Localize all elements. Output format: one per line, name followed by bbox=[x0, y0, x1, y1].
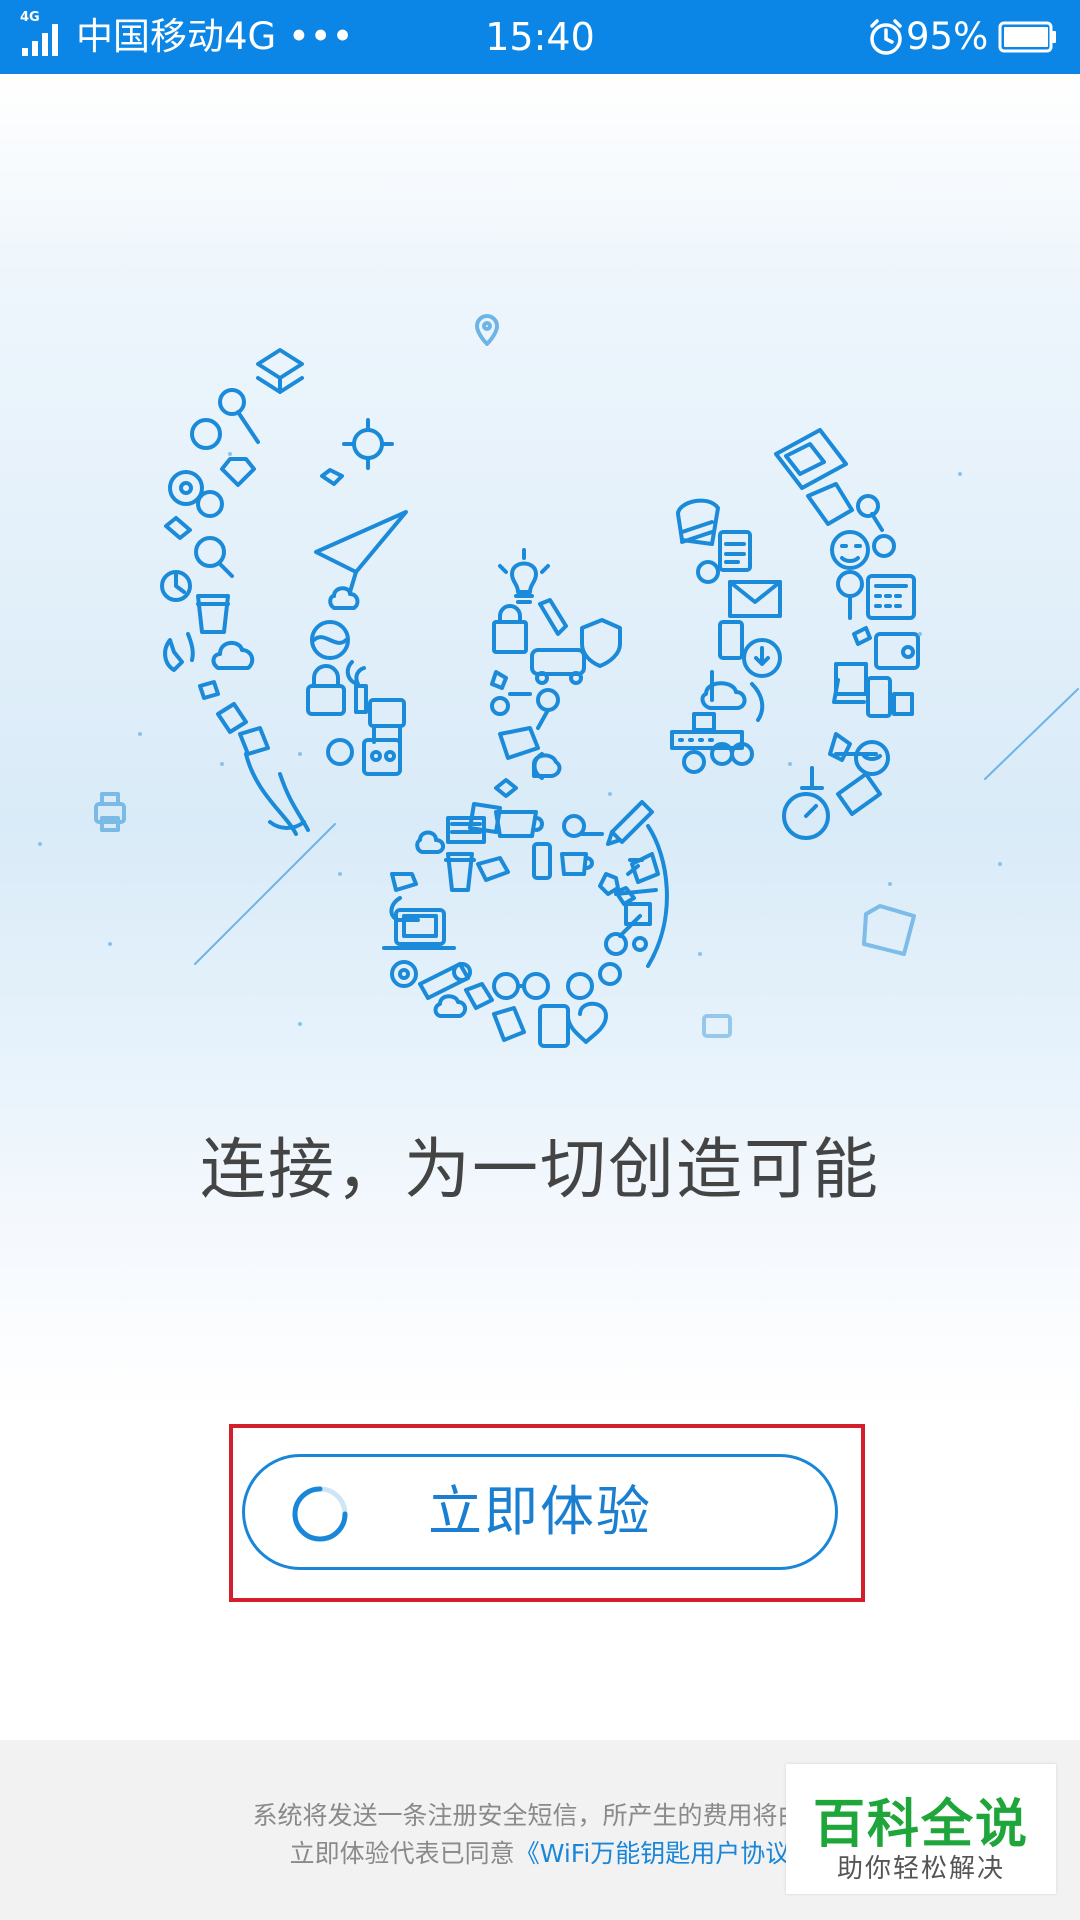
watermark-logo: 百科全说 助你轻松解决 bbox=[786, 1764, 1056, 1894]
agreement-prefix: 立即体验代表已同意 bbox=[289, 1839, 515, 1868]
wallet-icon bbox=[702, 1014, 732, 1038]
alarm-icon bbox=[870, 19, 902, 55]
left-inner-arc-icons bbox=[306, 418, 408, 776]
printer-icon bbox=[94, 792, 126, 832]
try-now-button[interactable]: 立即体验 bbox=[242, 1454, 838, 1570]
location-pin-icon bbox=[475, 314, 499, 346]
key-ring-icons bbox=[382, 824, 669, 1048]
right-outer-arc-icons bbox=[774, 428, 920, 840]
watermark-subtitle: 助你轻松解决 bbox=[836, 1854, 1005, 1884]
watermark-title: 百科全说 bbox=[812, 1795, 1029, 1855]
right-inner-arc-icons bbox=[670, 498, 782, 774]
user-agreement-link[interactable]: 《WiFi万能钥匙用户协议 bbox=[515, 1839, 791, 1868]
try-now-label: 立即体验 bbox=[428, 1480, 652, 1543]
folder-icon bbox=[862, 904, 916, 956]
left-outer-arc-icons bbox=[160, 348, 310, 836]
key-center-icons bbox=[415, 548, 654, 892]
wifi-key-illustration bbox=[38, 314, 1079, 1048]
slogan: 连接，为一切创造可能 bbox=[200, 1131, 880, 1208]
battery-percent: 95% bbox=[906, 15, 989, 58]
battery-icon bbox=[998, 21, 1056, 53]
status-bar: 4G 中国移动4G ••• 15:40 95% bbox=[0, 0, 1080, 74]
